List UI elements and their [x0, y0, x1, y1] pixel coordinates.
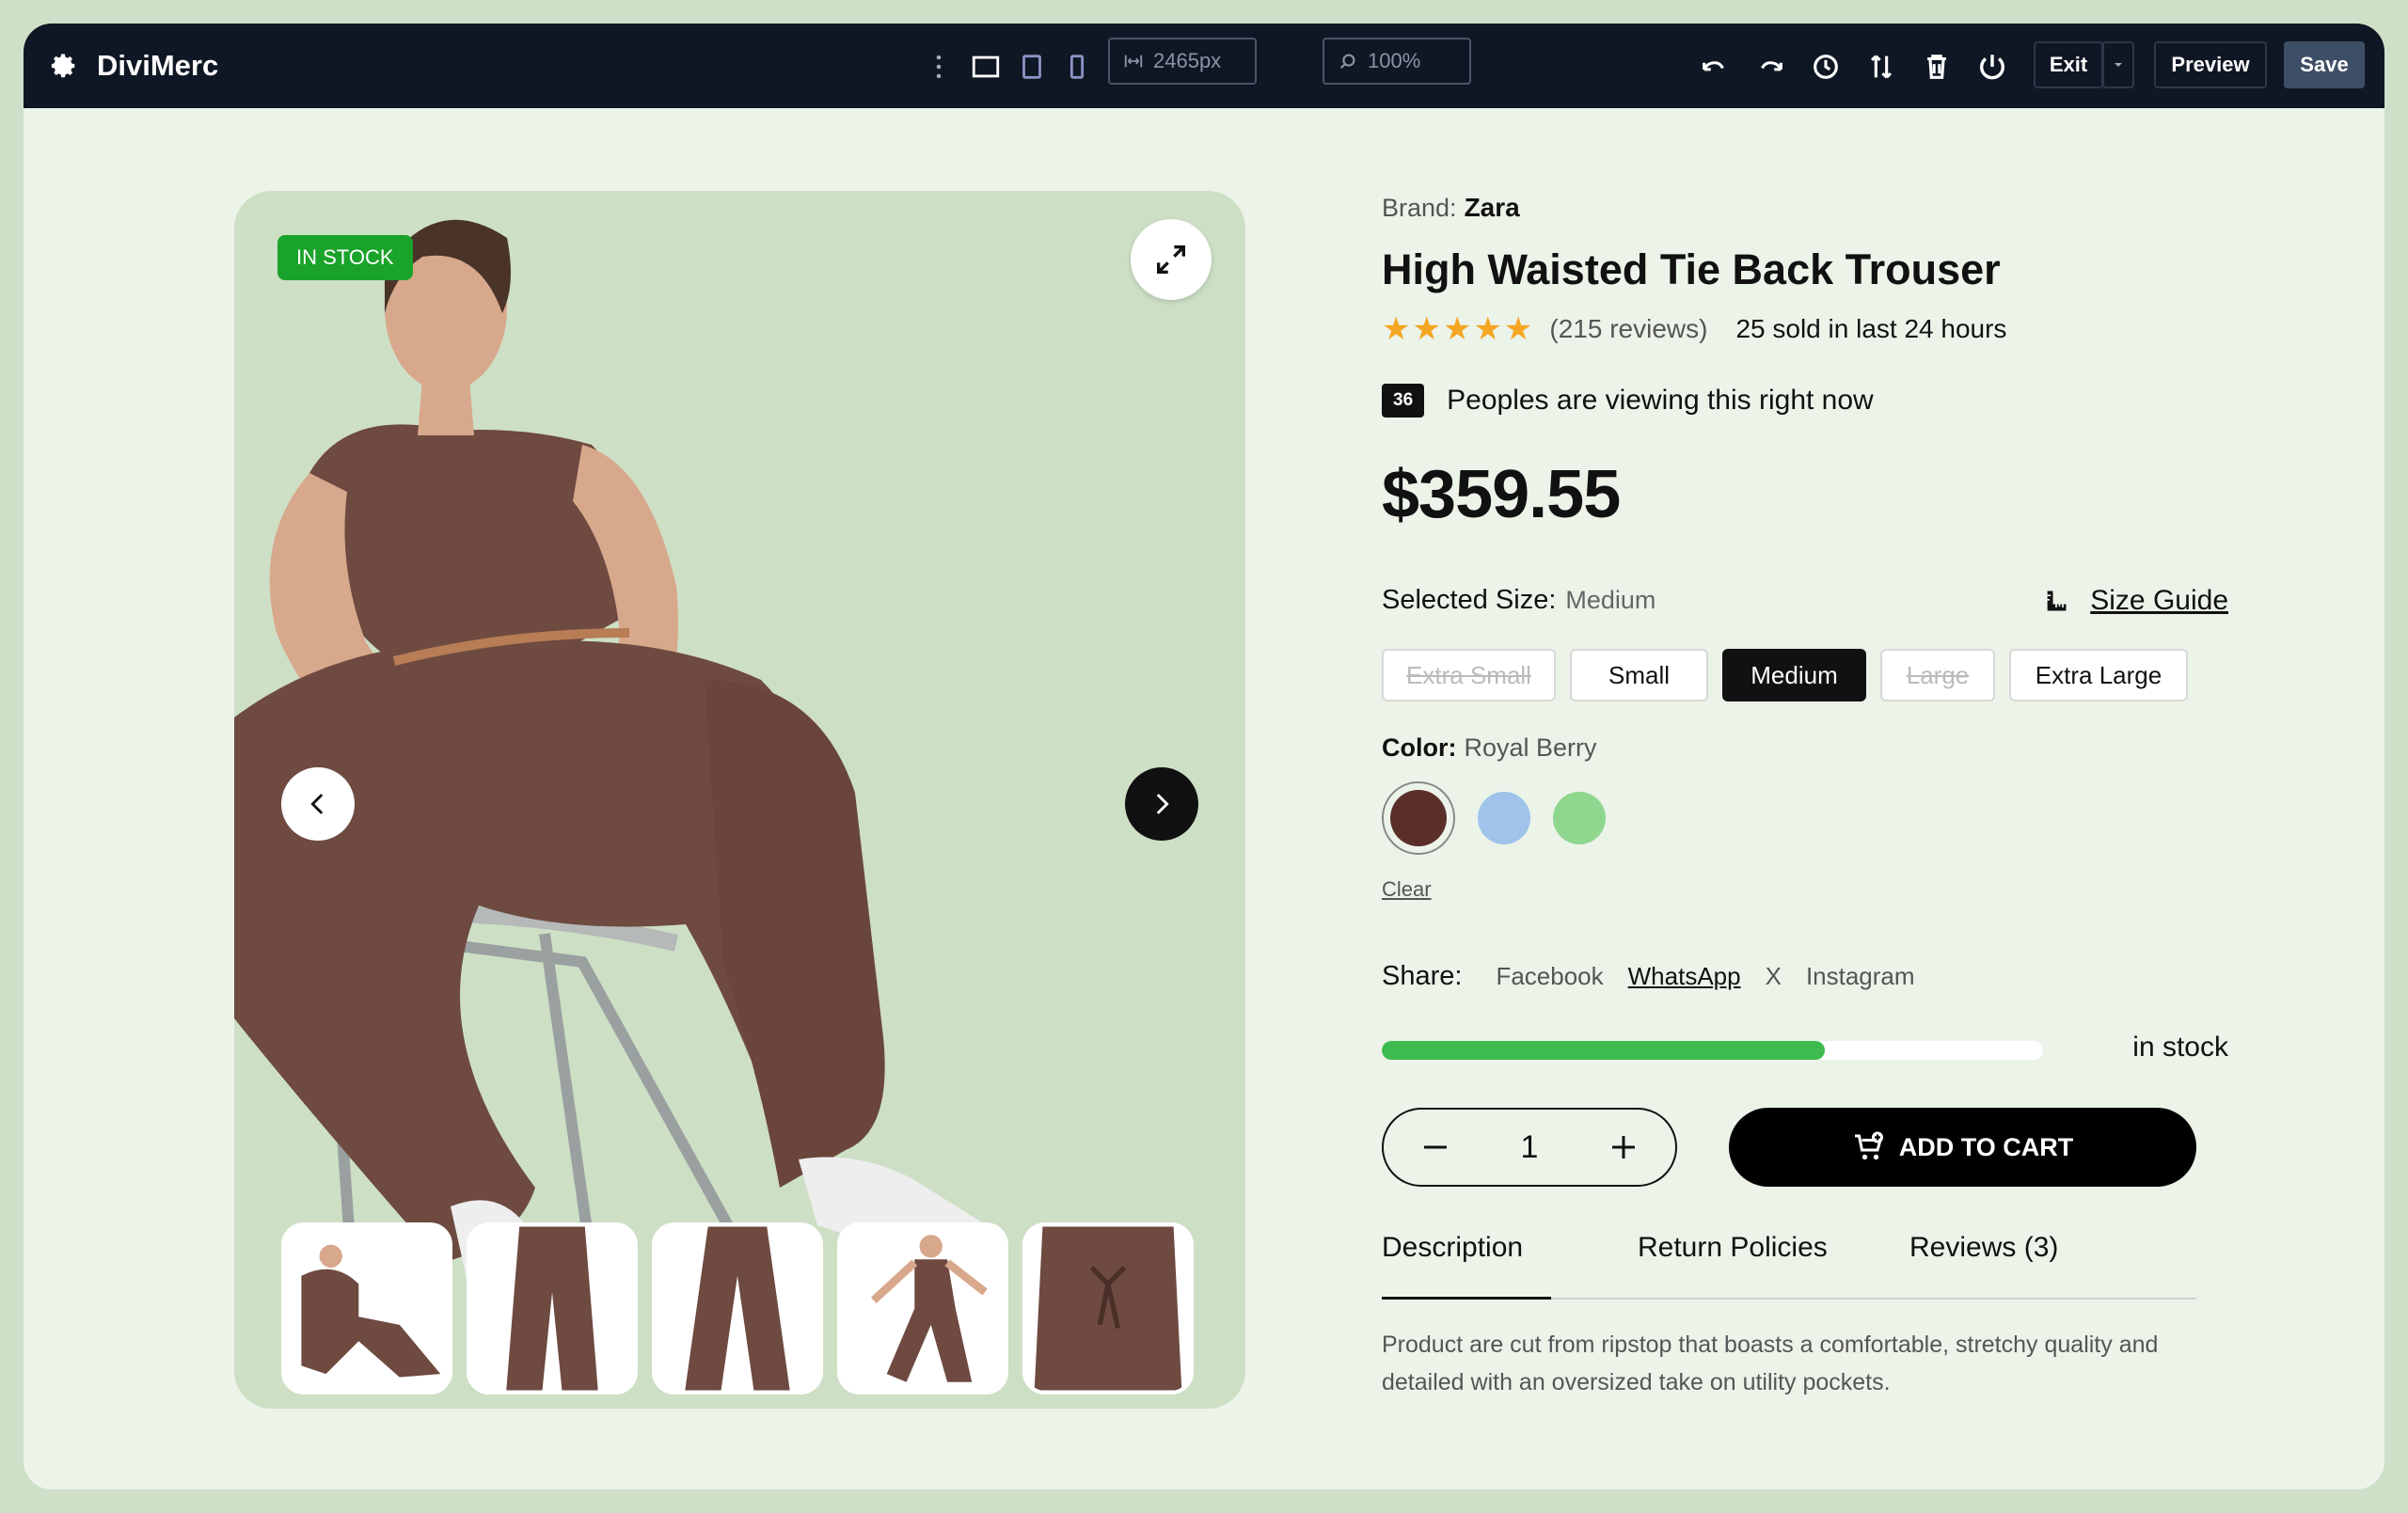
share-label: Share: [1382, 961, 1463, 991]
share-facebook[interactable]: Facebook [1496, 962, 1603, 991]
zoom-field[interactable]: 100% [1323, 38, 1471, 85]
zoom-value: 100% [1368, 49, 1421, 72]
quantity-stepper: 1 [1382, 1108, 1677, 1187]
app-brand: DiviMerc [50, 24, 218, 108]
selected-color: Color: Royal Berry [1382, 733, 1597, 763]
swatch-blue[interactable] [1478, 792, 1530, 844]
canvas-width-value: 2465px [1153, 49, 1222, 72]
share-row: Share: Facebook WhatsApp X Instagram [1382, 961, 1915, 992]
add-to-cart-label: ADD TO CART [1898, 1132, 2074, 1161]
chevron-left-icon [310, 794, 324, 814]
plus-icon[interactable] [1607, 1130, 1640, 1164]
share-whatsapp[interactable]: WhatsApp [1628, 962, 1741, 991]
clear-selection-link[interactable]: Clear [1382, 877, 1432, 902]
star-rating: ★★★★★ [1382, 311, 1535, 347]
product-gallery: IN STOCK [234, 191, 1245, 1409]
size-option-medium[interactable]: Medium [1722, 649, 1866, 701]
thumbnail-4[interactable] [837, 1222, 1008, 1395]
in-stock-badge: IN STOCK [277, 235, 413, 280]
search-icon [1339, 54, 1355, 70]
brand-row: Brand: Zara [1382, 193, 1520, 223]
stock-status: in stock [2132, 1032, 2228, 1063]
add-to-cart-button[interactable]: ADD TO CART [1729, 1108, 2196, 1187]
cart-plus-icon [1854, 1131, 1883, 1160]
stock-progress-bar [1382, 1041, 2043, 1060]
selected-size: Selected Size: Medium [1382, 585, 1656, 616]
exit-button[interactable]: Exit [2034, 41, 2103, 88]
redo-icon[interactable] [1751, 48, 1789, 86]
ruler-icon [2047, 591, 2067, 611]
exit-dropdown-button[interactable] [2102, 41, 2134, 88]
size-option-extra-small: Extra Small [1382, 649, 1556, 701]
preview-label: Preview [2171, 53, 2250, 76]
size-options: Extra Small Small Medium Large Extra Lar… [1382, 649, 2188, 701]
stock-progress-fill [1382, 1041, 1825, 1060]
chevron-down-icon [2115, 63, 2122, 67]
brand-name[interactable]: Zara [1465, 193, 1520, 222]
brand-label: Brand: [1382, 194, 1457, 222]
thumbnail-5[interactable] [1022, 1222, 1194, 1395]
size-option-large: Large [1880, 649, 1995, 701]
color-label: Color: [1382, 733, 1457, 762]
canvas-width-field[interactable]: 2465px [1108, 38, 1257, 85]
product-title: High Waisted Tie Back Trouser [1382, 245, 2001, 293]
swatch-green[interactable] [1553, 792, 1606, 844]
share-instagram[interactable]: Instagram [1806, 962, 1915, 991]
chevron-right-icon [1156, 794, 1169, 814]
color-value: Royal Berry [1464, 733, 1597, 762]
builder-toolbar: DiviMerc 2465px 100% Exit Preview Save [24, 24, 2384, 108]
next-image-button[interactable] [1125, 767, 1198, 841]
swatch-royal-berry[interactable] [1382, 781, 1455, 855]
gear-icon[interactable] [50, 52, 78, 80]
save-button[interactable]: Save [2284, 41, 2365, 88]
more-vertical-icon[interactable] [920, 48, 958, 86]
size-value: Medium [1565, 586, 1656, 614]
history-icon[interactable] [1807, 48, 1845, 86]
tab-description[interactable]: Description [1382, 1232, 1551, 1300]
viewing-row: 36 Peoples are viewing this right now [1382, 384, 1874, 418]
quantity-value[interactable]: 1 [1521, 1129, 1539, 1166]
thumbnail-3[interactable] [652, 1222, 823, 1395]
rating-row: ★★★★★ (215 reviews) 25 sold in last 24 h… [1382, 310, 2006, 348]
preview-button[interactable]: Preview [2154, 41, 2267, 88]
previous-image-button[interactable] [281, 767, 355, 841]
share-x[interactable]: X [1766, 962, 1782, 991]
width-icon [1124, 55, 1143, 68]
undo-icon[interactable] [1696, 48, 1734, 86]
review-count[interactable]: (215 reviews) [1549, 314, 1707, 344]
thumbnail-strip [281, 1222, 1194, 1395]
color-swatches [1382, 781, 1606, 855]
product-tabs: Description Return Policies Reviews (3) [1382, 1232, 2196, 1300]
phone-view-icon[interactable] [1058, 48, 1096, 86]
power-icon[interactable] [1973, 48, 2011, 86]
expand-icon [1157, 245, 1185, 274]
size-option-extra-large[interactable]: Extra Large [2009, 649, 2188, 701]
size-option-small[interactable]: Small [1570, 649, 1708, 701]
tab-return-policies[interactable]: Return Policies [1638, 1232, 1863, 1298]
viewing-text: Peoples are viewing this right now [1447, 385, 1874, 416]
product-price: $359.55 [1382, 457, 1621, 532]
desktop-view-icon[interactable] [967, 48, 1005, 86]
minus-icon[interactable] [1418, 1130, 1452, 1164]
tablet-view-icon[interactable] [1013, 48, 1051, 86]
tab-reviews[interactable]: Reviews (3) [1909, 1232, 2098, 1298]
swatch-royal-berry-fill [1390, 790, 1447, 846]
size-guide-label: Size Guide [2090, 585, 2228, 616]
save-label: Save [2300, 53, 2349, 76]
thumbnail-1[interactable] [281, 1222, 452, 1395]
product-description: Product are cut from ripstop that boasts… [1382, 1332, 2159, 1395]
exit-label: Exit [2049, 53, 2088, 76]
sold-count: 25 sold in last 24 hours [1735, 314, 2007, 343]
size-guide-link[interactable]: Size Guide [2043, 585, 2228, 617]
sort-icon[interactable] [1862, 48, 1900, 86]
expand-button[interactable] [1131, 219, 1212, 300]
trash-icon[interactable] [1918, 48, 1956, 86]
app-frame: DiviMerc 2465px 100% Exit Preview Save I… [24, 24, 2384, 1489]
viewer-count-badge: 36 [1382, 384, 1425, 418]
size-label: Selected Size: [1382, 585, 1557, 615]
app-name: DiviMerc [97, 49, 219, 82]
thumbnail-2[interactable] [467, 1222, 638, 1395]
